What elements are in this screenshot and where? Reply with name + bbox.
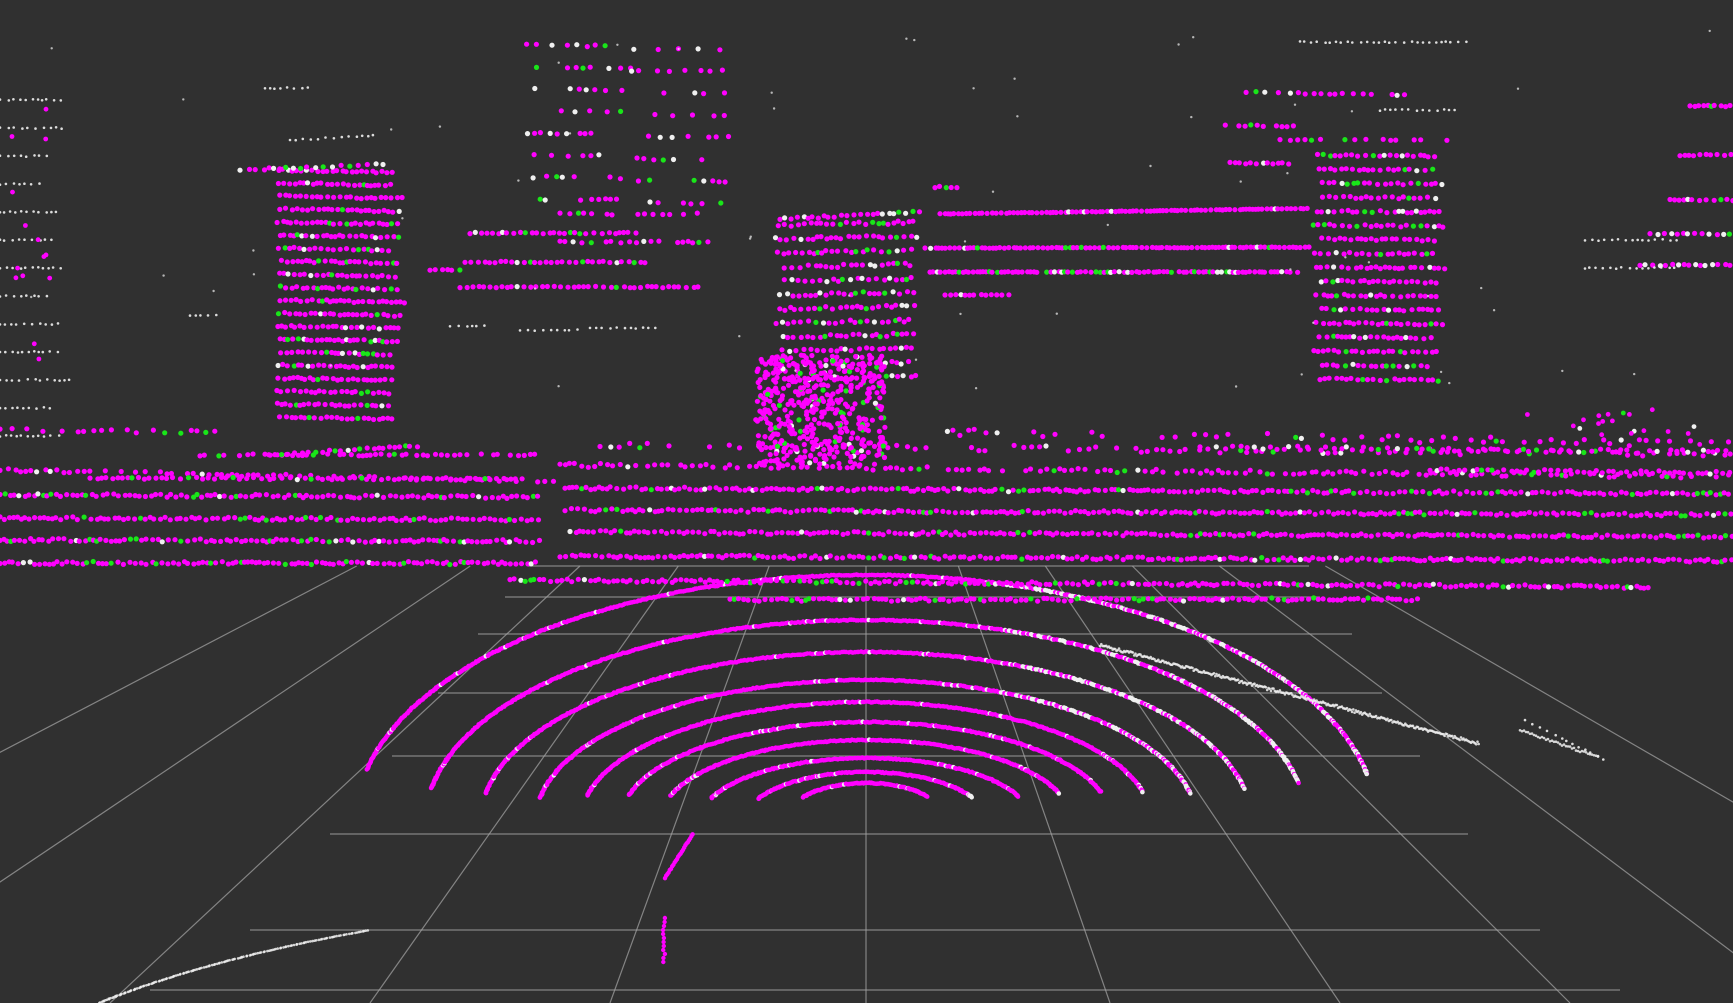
point-cloud-scene[interactable] [0,0,1733,1003]
app-window [0,0,1733,1003]
3d-render-panel[interactable] [0,0,1733,1003]
